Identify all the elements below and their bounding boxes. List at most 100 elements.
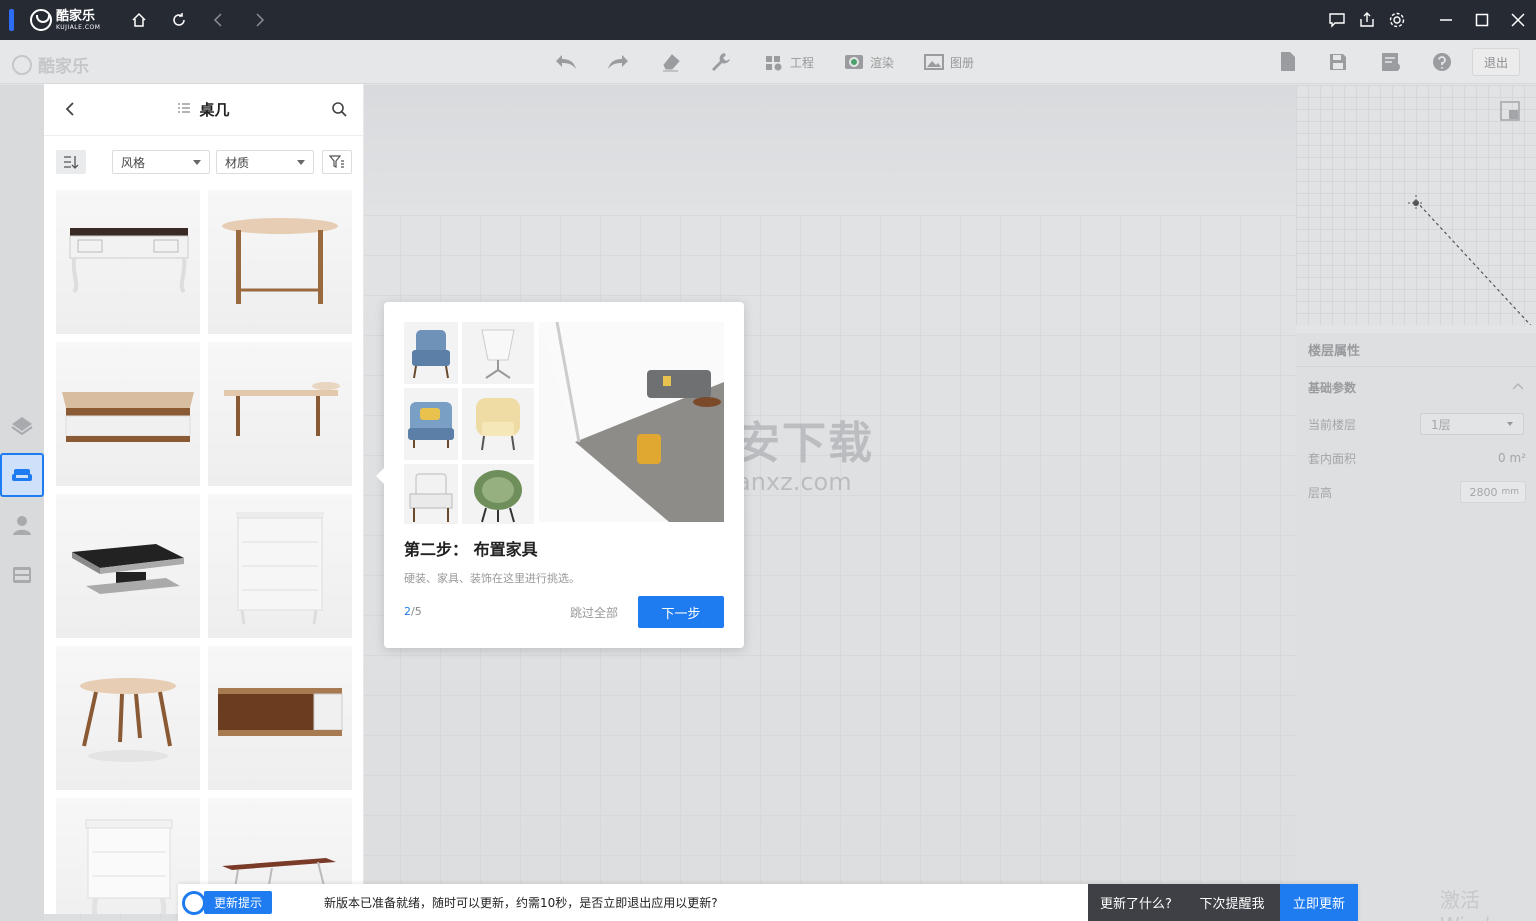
filter-button[interactable] <box>322 150 352 174</box>
panel-header: 桌几 <box>44 84 363 136</box>
caret-down-icon <box>193 159 201 165</box>
brand-domain: KUJIALE.COM <box>56 23 101 31</box>
product-tile[interactable] <box>56 342 200 486</box>
forward-arrow-icon[interactable] <box>250 11 268 29</box>
blue-lounge-chair-icon <box>404 388 458 460</box>
album-menu[interactable]: 图册 <box>924 50 974 74</box>
current-floor-select[interactable]: 1层 <box>1420 413 1524 435</box>
properties-title: 楼层属性 <box>1296 333 1536 367</box>
product-tile[interactable] <box>208 494 352 638</box>
eraser-icon[interactable] <box>660 50 682 74</box>
export-list-icon[interactable] <box>1380 50 1402 74</box>
minimap-toggle-icon[interactable] <box>1500 101 1520 124</box>
yellow-armchair-icon <box>462 388 534 460</box>
product-tile[interactable] <box>56 190 200 334</box>
next-step-button[interactable]: 下一步 <box>638 596 724 628</box>
product-tile[interactable] <box>56 494 200 638</box>
back-arrow-icon[interactable] <box>210 11 228 29</box>
rail-item-user[interactable] <box>0 503 44 547</box>
share-icon[interactable] <box>1358 11 1376 29</box>
help-icon[interactable] <box>1432 50 1452 74</box>
brand-logo-icon <box>30 9 52 31</box>
save-icon[interactable] <box>1328 50 1348 74</box>
project-icon <box>766 56 782 71</box>
white-chair-icon <box>462 322 534 384</box>
style-dropdown[interactable]: 风格 <box>112 150 210 174</box>
update-badge: 更新提示 <box>182 890 273 915</box>
armchair-blue-icon <box>404 322 458 384</box>
wrench-icon[interactable] <box>710 50 732 74</box>
white-cabinet-icon <box>236 512 324 625</box>
basic-params-section[interactable]: 基础参数 <box>1296 367 1536 407</box>
product-tile[interactable] <box>208 342 352 486</box>
area-value: 0 m² <box>1498 451 1526 465</box>
user-icon <box>13 516 31 535</box>
album-icon <box>924 54 944 70</box>
product-tile[interactable] <box>208 190 352 334</box>
rail-item-cabinet[interactable] <box>0 553 44 597</box>
render-label: 渲染 <box>870 55 895 70</box>
project-menu[interactable]: 工程 <box>764 50 814 74</box>
section-label: 基础参数 <box>1308 380 1357 395</box>
settings-icon[interactable] <box>1388 11 1406 29</box>
render-menu[interactable]: 渲染 <box>844 50 894 74</box>
skip-all-button[interactable]: 跳过全部 <box>570 604 618 621</box>
minimize-button[interactable] <box>1428 0 1464 40</box>
height-input[interactable]: 2800 mm <box>1460 481 1526 503</box>
refresh-icon[interactable] <box>170 11 188 29</box>
sofa-icon <box>12 469 32 481</box>
minimap[interactable] <box>1296 85 1536 325</box>
maximize-button[interactable] <box>1464 0 1500 40</box>
sort-button[interactable] <box>56 150 86 174</box>
chevron-up-icon[interactable] <box>1512 379 1524 393</box>
caret-down-icon <box>1507 422 1513 426</box>
whats-new-button[interactable]: 更新了什么? <box>1088 884 1184 921</box>
activate-windows-text: 激活 Wind <box>1440 888 1490 921</box>
style-dropdown-label: 风格 <box>121 155 146 170</box>
round-table-icon <box>80 678 176 762</box>
search-icon[interactable] <box>331 101 347 120</box>
area-label: 套内面积 <box>1308 451 1357 466</box>
tv-cabinet-icon <box>218 688 343 736</box>
app-logo-text: 酷家乐 <box>38 57 89 77</box>
floor-properties-panel: 楼层属性 基础参数 当前楼层 1层 套内面积 0 m² 层高 2800 mm <box>1296 333 1536 921</box>
panel-title: 桌几 <box>199 101 230 119</box>
watermark-cn: 安下载 <box>736 418 874 469</box>
current-floor-value: 1层 <box>1431 417 1451 432</box>
list-icon <box>177 101 191 118</box>
render-icon <box>845 55 863 69</box>
caret-down-icon <box>297 159 305 165</box>
filter-icon <box>329 155 344 168</box>
guide-step-counter: 2/5 <box>404 605 422 618</box>
update-now-button[interactable]: 立即更新 <box>1280 884 1358 921</box>
chat-icon[interactable] <box>1328 11 1346 29</box>
left-rail <box>0 85 44 921</box>
papasan-chair-icon <box>462 464 534 524</box>
product-tile[interactable] <box>208 646 352 790</box>
app-logo-icon <box>12 54 32 75</box>
undo-icon[interactable] <box>554 50 578 74</box>
room-preview <box>539 322 724 522</box>
table-icon <box>222 218 338 304</box>
height-label: 层高 <box>1308 485 1333 500</box>
rail-item-furniture[interactable] <box>0 453 44 497</box>
title-bar: 酷家乐 KUJIALE.COM <box>0 0 1536 40</box>
black-coffee-table-icon <box>72 544 184 594</box>
brand-logo: 酷家乐 KUJIALE.COM <box>30 9 100 31</box>
rail-item-hard-decoration[interactable] <box>0 403 44 447</box>
filter-row: 风格 材质 <box>44 136 363 188</box>
close-button[interactable] <box>1500 0 1536 40</box>
guide-step-current: 2 <box>404 605 411 618</box>
remind-later-button[interactable]: 下次提醒我 <box>1184 884 1280 921</box>
exit-button[interactable]: 退出 <box>1472 48 1520 76</box>
redo-icon[interactable] <box>606 50 630 74</box>
home-icon[interactable] <box>130 11 148 29</box>
file-icon[interactable] <box>1278 50 1298 74</box>
material-dropdown[interactable]: 材质 <box>216 150 314 174</box>
watermark-en: anxz.com <box>736 468 852 496</box>
product-grid <box>56 190 352 914</box>
product-tile[interactable] <box>56 646 200 790</box>
chevron-left-icon[interactable] <box>62 101 78 120</box>
brand-name: 酷家乐 <box>56 8 96 24</box>
shield-icon <box>182 890 206 915</box>
